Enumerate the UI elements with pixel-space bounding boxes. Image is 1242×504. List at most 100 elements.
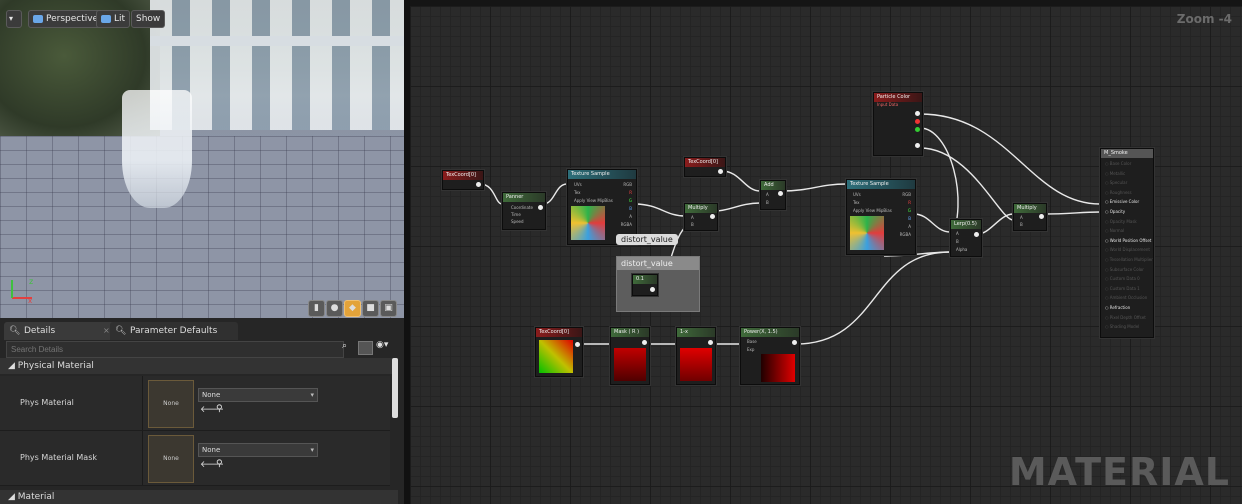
node-title: Particle Color [874,93,922,102]
preview-sphere-button[interactable]: ● [326,300,343,317]
result-pin[interactable]: ○ Refraction [1105,305,1130,310]
node-lerp[interactable]: Lerp(0.5) A B Alpha [950,219,982,257]
pin-label: B [766,200,769,205]
tab-details-label: Details [24,326,56,336]
result-pin[interactable]: ○ Custom Data 0 [1105,276,1140,281]
output-pin[interactable] [575,342,580,347]
preview-cube-button[interactable]: ■ [362,300,379,317]
output-pin[interactable] [1039,214,1044,219]
phys-material-combo[interactable]: None ▾ [198,388,318,402]
result-pin[interactable]: ○ Pixel Depth Offset [1105,315,1146,320]
result-pin[interactable]: ○ Opacity Mask [1105,219,1137,224]
node-panner[interactable]: Panner Coordinate Time Speed [502,192,546,230]
result-pin[interactable]: ○ Normal [1105,228,1124,233]
output-pin[interactable] [538,205,543,210]
prop-row-phys-material: Phys Material None None ▾ 🡐 ⚲ [0,376,390,431]
pin-label: Apply View MipBias [574,198,613,203]
preview-mesh-button[interactable]: ▣ [380,300,397,317]
browse-search-icon[interactable]: ⚲ [216,459,223,469]
node-one-minus[interactable]: 1-x [676,327,716,385]
node-material-result[interactable]: M_Smoke ○ Base Color ○ Metallic ○ Specular… [1100,148,1154,338]
node-texcoord[interactable]: TexCoord[0] [535,327,583,377]
tab-parameter-defaults[interactable]: 🔍︎ Parameter Defaults [110,322,238,340]
section-physical-material[interactable]: ◢ Physical Material [0,358,398,374]
node-multiply[interactable]: Multiply A B [684,203,718,231]
prop-label-phys-material-mask: Phys Material Mask [20,453,97,462]
result-pin[interactable]: ○ Custom Data 1 [1105,286,1140,291]
comment-box[interactable]: distort_value [616,256,700,312]
result-pin[interactable]: ○ Tessellation Multiplier [1105,257,1153,262]
node-texcoord[interactable]: TexCoord[0] [442,170,484,190]
close-tab-icon[interactable]: × [103,326,110,335]
pin-label: A [908,224,911,229]
node-constant[interactable]: 0.1 [632,274,658,296]
browse-search-icon[interactable]: ⚲ [216,404,223,414]
chevron-down-icon: ▾ [310,391,314,399]
node-multiply[interactable]: Multiply A B [1013,203,1047,231]
pin-label: Tex [853,200,860,205]
output-pin[interactable] [650,287,655,292]
output-pin[interactable] [778,191,783,196]
pin-label: RGB [623,182,632,187]
perspective-button[interactable]: Perspective [28,10,104,28]
section-material[interactable]: ◢ Material [0,490,398,504]
output-pin[interactable] [974,232,979,237]
result-pin[interactable]: ○ World Position Offset [1105,238,1151,243]
node-title: Multiply [685,204,717,213]
result-pin[interactable]: ○ Ambient Occlusion [1105,295,1147,300]
output-pin-r[interactable] [915,119,920,124]
output-pin[interactable] [710,214,715,219]
viewport-menu-button[interactable]: ▾ [6,10,22,28]
material-graph-canvas[interactable]: Zoom -4 MATERIAL TexCoord[0] Panner Coor… [410,6,1242,504]
chevron-down-icon: ▾ [9,14,14,23]
output-pin[interactable] [708,340,713,345]
panel-scrollbar[interactable] [392,358,398,418]
output-pin[interactable] [642,340,647,345]
node-add[interactable]: Add A B [760,180,786,210]
collapse-arrow-icon: ◢ [8,361,18,371]
asset-thumbnail[interactable]: None [148,435,194,483]
result-pin[interactable]: ○ Metallic [1105,171,1125,176]
viewport[interactable]: ▾ Perspective Lit Show z x ▮ ● ◆ ■ ▣ [0,0,404,318]
search-icon[interactable]: ⌕ [342,341,347,351]
output-pin-g[interactable] [915,127,920,132]
node-texcoord[interactable]: TexCoord[0] [684,157,726,177]
node-power[interactable]: Power(X, 1.5) Base Exp [740,327,800,385]
pin-label: R [629,190,632,195]
result-pin[interactable]: ○ World Displacement [1105,247,1150,252]
show-button[interactable]: Show [131,10,166,28]
pin-label: RGBA [899,232,911,237]
one-minus-preview [680,348,712,381]
result-pin[interactable]: ○ Emissive Color [1105,199,1139,204]
node-mask[interactable]: Mask ( R ) [610,327,650,385]
output-pin[interactable] [476,182,481,187]
combo-value: None [202,446,221,454]
grid-view-icon[interactable] [358,341,373,355]
details-search-input[interactable] [6,341,344,358]
plane-icon: ◆ [349,303,356,313]
result-pin[interactable]: ○ Specular [1105,180,1127,185]
column-divider [142,376,143,430]
preview-plane-button[interactable]: ◆ [344,300,361,317]
node-title: 1-x [677,328,715,337]
phys-material-mask-combo[interactable]: None ▾ [198,443,318,457]
node-particle-color[interactable]: Particle Color Input Data [873,92,923,156]
eye-icon[interactable]: ◉▾ [376,340,388,350]
asset-thumbnail[interactable]: None [148,380,194,428]
pin-label: G [628,198,632,203]
lit-button[interactable]: Lit [96,10,131,28]
result-pin[interactable]: ○ Base Color [1105,161,1131,166]
preview-cylinder-button[interactable]: ▮ [308,300,325,317]
output-pin[interactable] [915,111,920,116]
result-pin[interactable]: ○ Roughness [1105,190,1132,195]
pin-label: A [766,192,769,197]
output-pin[interactable] [718,169,723,174]
node-texture-sample[interactable]: Texture Sample UVs Tex Apply View MipBia… [846,179,916,255]
uv-preview [539,340,573,373]
output-pin-a[interactable] [915,143,920,148]
result-pin[interactable]: ○ Subsurface Color [1105,267,1144,272]
output-pin[interactable] [792,340,797,345]
result-pin[interactable]: ○ Shading Model [1105,324,1139,329]
result-pin[interactable]: ○ Opacity [1105,209,1125,214]
smoke-preview [122,90,192,208]
